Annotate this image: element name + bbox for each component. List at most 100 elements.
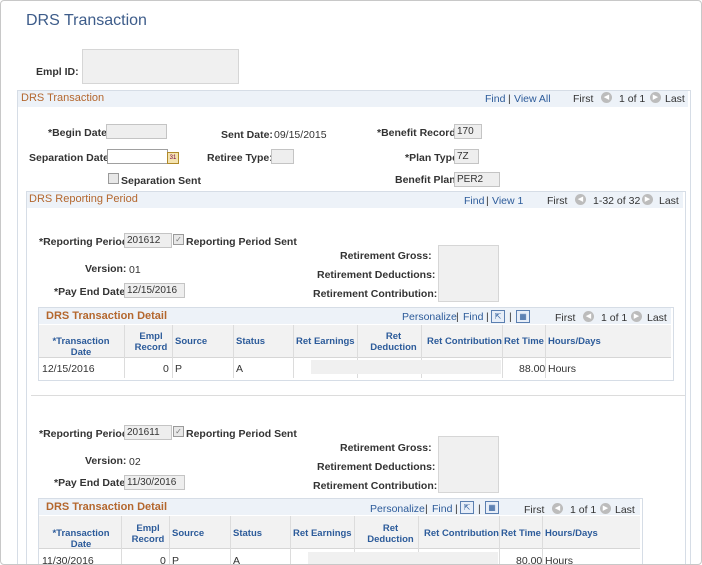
reporting-period-field[interactable]: 201611 [124, 425, 172, 440]
col-ret-earnings[interactable]: Ret Earnings [296, 336, 355, 347]
calendar-icon[interactable]: 31 [167, 152, 179, 164]
grid-next-icon[interactable]: ▶ [631, 311, 642, 322]
rp-count: 1-32 of 32 [593, 195, 641, 207]
col-ret-earnings[interactable]: Ret Earnings [293, 528, 352, 539]
grid-first-label: First [555, 312, 576, 324]
grid-sep: | [456, 311, 459, 323]
col-status[interactable]: Status [236, 336, 265, 347]
version-value: 01 [129, 264, 141, 276]
benefit-plan-field[interactable]: PER2 [454, 172, 500, 187]
col-transaction-date[interactable]: *Transaction Date [41, 336, 121, 358]
pay-end-date-label: *Pay End Date: [54, 477, 129, 489]
transaction-detail-title: DRS Transaction Detail [46, 501, 168, 513]
grid-last-label: Last [615, 504, 635, 516]
rp-nav-sep: | [486, 195, 489, 207]
col-divider [502, 325, 503, 378]
retirement-deductions-label: Retirement Deductions: [317, 461, 436, 473]
row-ret-time: 80.00 [516, 555, 543, 565]
zoom-grid-icon[interactable]: ⇱ [460, 501, 474, 514]
col-ret-deduction[interactable]: Ret Deduction [366, 331, 421, 353]
reporting-period-field[interactable]: 201612 [124, 233, 172, 248]
row-status: A [233, 555, 241, 565]
grid-sep: | [509, 311, 512, 323]
grid-prev-icon[interactable]: ◀ [552, 503, 563, 514]
col-hours-days[interactable]: Hours/Days [545, 528, 598, 539]
grid-find-link[interactable]: Find [432, 503, 452, 515]
begin-date-field[interactable] [106, 124, 167, 139]
plan-type-field[interactable]: 7Z [454, 149, 479, 164]
separation-date-field[interactable] [107, 149, 168, 164]
row-hours: Hours [548, 363, 577, 375]
pay-end-date-field[interactable]: 12/15/2016 [124, 283, 185, 298]
grid-prev-icon[interactable]: ◀ [583, 311, 594, 322]
page-title: DRS Transaction [26, 12, 147, 29]
zoom-grid-icon[interactable]: ⇱ [491, 310, 505, 323]
col-transaction-date[interactable]: *Transaction Date [41, 528, 121, 550]
col-divider [172, 325, 173, 378]
personalize-link[interactable]: Personalize [402, 311, 457, 323]
grid-sep: | [425, 503, 428, 515]
drs-view-all-link[interactable]: View All [514, 93, 551, 105]
separation-date-label: Separation Date: [29, 152, 113, 164]
separation-sent-checkbox[interactable] [108, 173, 119, 184]
col-empl-record[interactable]: Empl Record [129, 331, 173, 353]
col-source[interactable]: Source [172, 528, 204, 539]
retirement-gross-label: Retirement Gross: [340, 442, 432, 454]
col-ret-deduction-l2: Deduction [370, 342, 417, 353]
download-grid-icon[interactable]: ▦ [516, 310, 530, 323]
col-ret-time[interactable]: Ret Time [501, 528, 541, 539]
drs-next-icon[interactable]: ▶ [650, 92, 661, 103]
col-source[interactable]: Source [175, 336, 207, 347]
rp-view-link[interactable]: View 1 [492, 195, 523, 207]
col-ret-time[interactable]: Ret Time [504, 336, 544, 347]
col-empl-record[interactable]: Empl Record [126, 523, 170, 545]
col-divider [290, 516, 291, 564]
col-divider [233, 325, 234, 378]
grid-count: 1 of 1 [601, 312, 628, 324]
personalize-link[interactable]: Personalize [370, 503, 425, 515]
col-divider [121, 516, 122, 564]
col-ret-contribution[interactable]: Ret Contribution [424, 528, 499, 539]
grid-sep: | [486, 311, 489, 323]
pay-end-date-field[interactable]: 11/30/2016 [124, 475, 185, 490]
row-source: P [175, 363, 183, 375]
download-grid-icon[interactable]: ▦ [485, 501, 499, 514]
col-ret-deduction-l1: Ret [382, 523, 399, 534]
retiree-type-field[interactable] [271, 149, 294, 164]
retirement-deductions-label: Retirement Deductions: [317, 269, 436, 281]
drs-first-label: First [573, 93, 594, 105]
drs-prev-icon[interactable]: ◀ [601, 92, 612, 103]
reporting-period-sent-checkbox[interactable]: ✓ [173, 426, 184, 437]
reporting-period-label: *Reporting Period: [39, 236, 132, 248]
grid-next-icon[interactable]: ▶ [600, 503, 611, 514]
period-divider [31, 395, 685, 396]
col-divider [499, 516, 500, 564]
sent-date-label: Sent Date: [221, 129, 273, 141]
col-status[interactable]: Status [233, 528, 262, 539]
grid-sep: | [478, 503, 481, 515]
col-hours-days[interactable]: Hours/Days [548, 336, 601, 347]
reporting-period-sent-checkbox[interactable]: ✓ [173, 234, 184, 245]
rp-find-link[interactable]: Find [464, 195, 484, 207]
version-value: 02 [129, 456, 141, 468]
begin-date-label: *Begin Date: [48, 127, 111, 139]
empl-id-label: Empl ID: [36, 66, 79, 78]
reporting-period-sent-label: Reporting Period Sent [186, 428, 297, 440]
version-label: Version: [85, 263, 127, 275]
col-ret-deduction[interactable]: Ret Deduction [363, 523, 418, 545]
drs-find-link[interactable]: Find [485, 93, 505, 105]
benefit-record-field[interactable]: 170 [454, 124, 482, 139]
row-ret-amounts [308, 552, 498, 564]
col-ret-contribution[interactable]: Ret Contribution [427, 336, 502, 347]
row-transaction-date: 11/30/2016 [42, 555, 94, 565]
col-divider [124, 325, 125, 378]
grid-count: 1 of 1 [570, 504, 597, 516]
row-ret-time: 88.00 [519, 363, 546, 375]
rp-next-icon[interactable]: ▶ [642, 194, 653, 205]
col-divider [293, 325, 294, 378]
grid-find-link[interactable]: Find [463, 311, 483, 323]
rp-last-label: Last [659, 195, 679, 207]
row-hours: Hours [545, 555, 574, 565]
benefit-plan-label: Benefit Plan: [395, 174, 460, 186]
rp-prev-icon[interactable]: ◀ [575, 194, 586, 205]
